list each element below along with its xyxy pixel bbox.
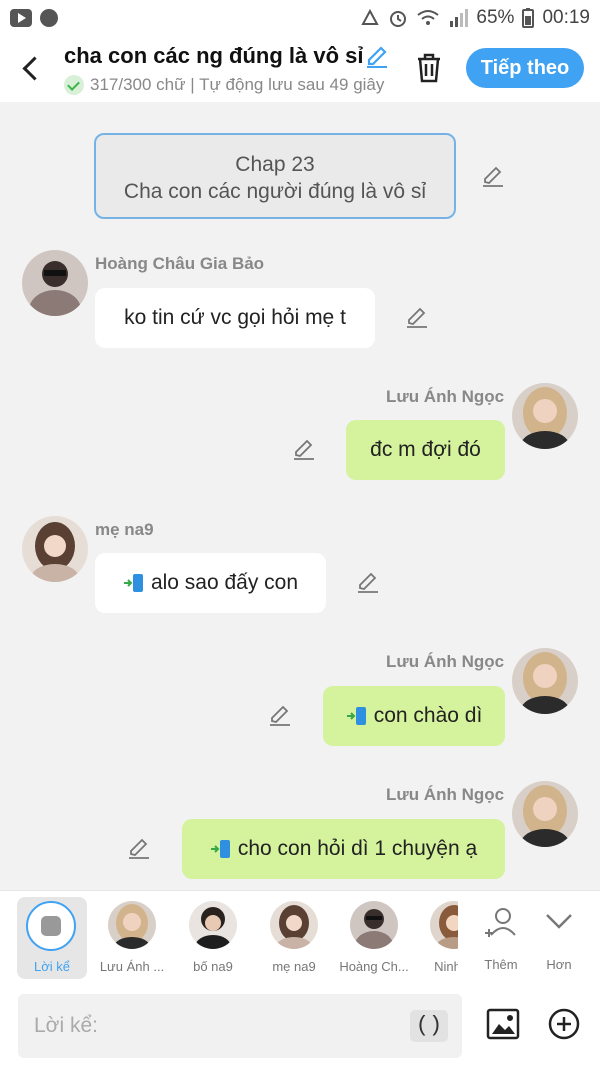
avatar[interactable] (512, 781, 578, 847)
message-text: alo sao đấy con (150, 571, 299, 594)
input-box: () (18, 994, 462, 1058)
sender-name: Lưu Ánh Ngọc (386, 387, 505, 406)
next-button[interactable]: Tiếp theo (466, 48, 584, 88)
avatar[interactable] (512, 648, 578, 714)
recycle-icon (361, 9, 380, 25)
edit-icon[interactable] (268, 704, 292, 728)
avatar (430, 901, 458, 949)
plus-icon[interactable] (548, 1008, 580, 1040)
image-icon[interactable] (486, 1008, 520, 1040)
sender-name: Hoàng Châu Gia Bảo (95, 254, 265, 273)
clock-time: 00:19 (542, 7, 590, 28)
message-bubble[interactable]: ko tin cứ vc gọi hỏi mẹ t (95, 288, 375, 348)
phone-icon (346, 707, 366, 725)
character-luu-anh-ngoc[interactable]: Lưu Ánh ... (92, 897, 172, 979)
avatar[interactable] (22, 516, 88, 582)
edit-icon[interactable] (127, 837, 151, 861)
sender-name: Lưu Ánh Ngọc (386, 652, 505, 671)
chapter-card[interactable]: Chap 23 Cha con các người đúng là vô sỉ (94, 133, 456, 219)
signal-icon (450, 9, 469, 27)
edit-icon[interactable] (481, 165, 505, 189)
edit-icon[interactable] (405, 306, 429, 330)
avatar (270, 901, 318, 949)
character-label: Hoàng Ch... (339, 959, 409, 974)
character-label: bố na9 (193, 959, 233, 974)
edit-icon[interactable] (292, 438, 316, 462)
phone-icon (123, 574, 143, 592)
add-person-icon (485, 908, 516, 937)
chapter-number: Chap 23 (235, 153, 315, 176)
chat-area[interactable]: Chap 23 Cha con các người đúng là vô sỉ … (0, 102, 600, 890)
message-text: ko tin cứ vc gọi hỏi mẹ t (124, 306, 346, 329)
character-label: Lưu Ánh ... (99, 959, 165, 974)
message-input[interactable] (34, 1006, 414, 1046)
parenthesis-button[interactable]: () (410, 1010, 448, 1042)
character-ninh[interactable]: Ninh N (414, 897, 458, 979)
edit-icon[interactable] (356, 571, 380, 595)
message-text: con chào dì (373, 704, 483, 727)
chevron-down-icon (546, 914, 572, 929)
narrator-selector[interactable]: Lời kể (17, 897, 87, 979)
input-area: () (0, 984, 600, 1067)
story-title[interactable]: cha con các ng đúng là vô sỉ (64, 43, 364, 69)
status-bar: 65% 00:19 (0, 0, 600, 36)
character-hoang-chau-gia-bao[interactable]: Hoàng Ch... (334, 897, 414, 979)
message-bubble[interactable]: con chào dì (323, 686, 505, 746)
character-me-na9[interactable]: mẹ na9 (254, 897, 334, 979)
avatar (189, 901, 237, 949)
message-text: cho con hỏi dì 1 chuyện ạ (237, 837, 478, 860)
word-count-autosave: 317/300 chữ | Tự động lưu sau 49 giây (90, 75, 385, 94)
message-text: đc m đợi đó (370, 438, 481, 461)
globe-icon (40, 9, 58, 27)
save-status: 317/300 chữ | Tự động lưu sau 49 giây (64, 74, 392, 96)
sender-name: Lưu Ánh Ngọc (386, 785, 505, 804)
pencil-icon[interactable] (364, 44, 390, 70)
sender-name: mẹ na9 (95, 520, 154, 539)
wifi-icon (417, 10, 440, 25)
message-bubble[interactable]: đc m đợi đó (346, 420, 505, 480)
more-button[interactable]: Hơn (519, 897, 599, 979)
narrator-icon (26, 901, 76, 951)
character-bar: Lời kể Lưu Ánh ... bố na9 mẹ na9 Hoàng C… (0, 890, 600, 984)
header: cha con các ng đúng là vô sỉ 317/300 chữ… (0, 36, 600, 102)
avatar[interactable] (512, 383, 578, 449)
character-label: Hơn (546, 957, 572, 972)
chapter-title: Cha con các người đúng là vô sỉ (123, 180, 427, 203)
character-label: Lời kể (34, 959, 70, 974)
character-label: Ninh N (434, 959, 458, 974)
character-label: mẹ na9 (272, 959, 316, 974)
message-bubble[interactable]: alo sao đấy con (95, 553, 326, 613)
youtube-icon (10, 9, 32, 27)
trash-icon[interactable] (414, 52, 444, 84)
phone-icon (210, 840, 230, 858)
message-bubble[interactable]: cho con hỏi dì 1 chuyện ạ (182, 819, 505, 879)
avatar (350, 901, 398, 949)
avatar (108, 901, 156, 949)
alarm-icon (390, 11, 407, 27)
battery-icon (522, 8, 535, 28)
back-button[interactable] (18, 52, 48, 86)
check-icon (64, 75, 84, 95)
character-bo-na9[interactable]: bố na9 (173, 897, 253, 979)
avatar[interactable] (22, 250, 88, 316)
battery-percent: 65% (476, 7, 515, 28)
